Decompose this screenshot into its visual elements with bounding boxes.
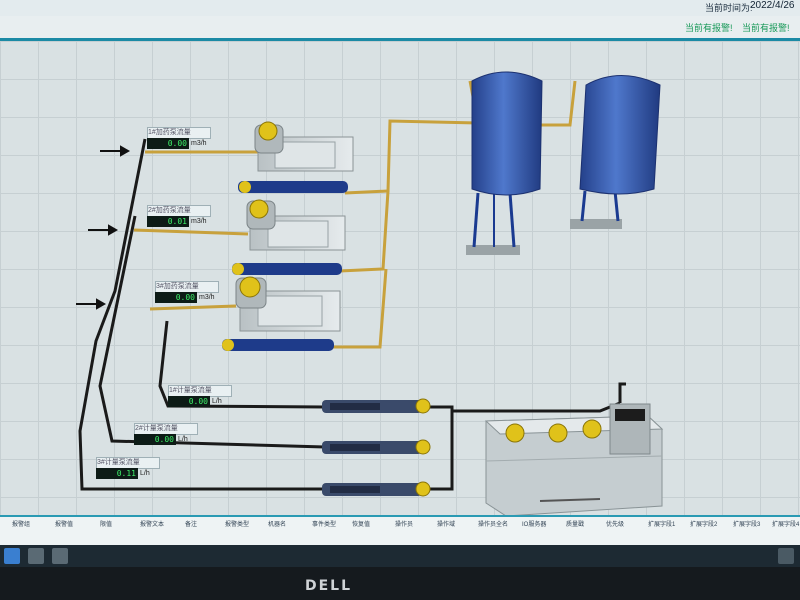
readout-value: 0.11 bbox=[96, 468, 138, 479]
readout-dissolve-pump-1: 1#加药泵流量 0.00 m3/h bbox=[147, 127, 211, 149]
pipe-inlet-3 bbox=[149, 304, 237, 311]
pipe-stack bbox=[618, 382, 626, 403]
column-header[interactable]: 事件类型 bbox=[312, 519, 336, 528]
readout-unit: L/h bbox=[140, 470, 150, 477]
process-diagram: 1#加药泵流量 0.00 m3/h 2#加药泵流量 0.01 m3/h 3#加药… bbox=[0, 41, 800, 515]
mixing-unit-2 bbox=[232, 199, 346, 275]
process-graphics bbox=[76, 71, 664, 515]
tray-icon[interactable] bbox=[778, 548, 794, 564]
readout-dissolve-pump-3: 3#加药泵流量 0.00 m3/h bbox=[155, 281, 219, 303]
column-header[interactable]: 报警文本 bbox=[140, 519, 164, 528]
column-header[interactable]: 报警类型 bbox=[225, 519, 249, 528]
readout-unit: m3/h bbox=[199, 294, 215, 301]
column-header[interactable]: 报警值 bbox=[55, 519, 73, 528]
alarm-message-2[interactable]: 当前有报警! bbox=[742, 21, 790, 34]
pipe-main-riser bbox=[344, 119, 479, 195]
readout-unit: m3/h bbox=[191, 218, 207, 225]
column-header[interactable]: 优先级 bbox=[606, 519, 624, 528]
taskbar bbox=[0, 545, 800, 567]
readout-unit: L/h bbox=[212, 398, 222, 405]
pipe-inlet-2 bbox=[133, 228, 249, 236]
pipe-feed-2 bbox=[339, 190, 390, 273]
dosing-pump-1 bbox=[322, 398, 431, 414]
column-header[interactable]: IO服务器 bbox=[522, 519, 546, 528]
alarm-message-1[interactable]: 当前有报警! bbox=[685, 21, 733, 34]
app-icon[interactable] bbox=[52, 548, 68, 564]
readout-value: 0.00 bbox=[134, 434, 176, 445]
pipe-to-tank-top bbox=[450, 401, 621, 413]
readout-value: 0.00 bbox=[147, 138, 189, 149]
column-header[interactable]: 操作员全名 bbox=[478, 519, 508, 528]
mixing-unit-1 bbox=[238, 121, 354, 193]
column-header[interactable]: 恢复值 bbox=[352, 519, 370, 528]
readout-value: 0.01 bbox=[147, 216, 189, 227]
dosing-tank-unit bbox=[484, 403, 664, 515]
pipe-dosing-manifold bbox=[430, 405, 454, 491]
mixing-unit-3 bbox=[222, 276, 341, 351]
readout-unit: m3/h bbox=[191, 140, 207, 147]
start-icon[interactable] bbox=[4, 548, 20, 564]
column-header[interactable]: 扩展字段2 bbox=[690, 519, 717, 528]
storage-tank-1 bbox=[466, 71, 543, 255]
readout-dissolve-pump-2: 2#加药泵流量 0.01 m3/h bbox=[147, 205, 211, 227]
monitor-bezel: DELL bbox=[0, 567, 800, 600]
dell-logo: DELL bbox=[305, 578, 353, 594]
clock-date: 2022/4/26 bbox=[750, 0, 795, 11]
readout-value: 0.00 bbox=[155, 292, 197, 303]
readout-value: 0.00 bbox=[168, 396, 210, 407]
column-header[interactable]: 质量戳 bbox=[566, 519, 584, 528]
clock-label: 当前时间为: bbox=[705, 3, 753, 13]
dosing-pump-2 bbox=[322, 439, 431, 455]
column-header[interactable]: 操作员 bbox=[395, 519, 413, 528]
readout-dosing-pump-3: 3#计量泵流量 0.11 L/h bbox=[96, 457, 160, 479]
readout-dosing-pump-1: 1#计量泵流量 0.00 L/h bbox=[168, 385, 232, 407]
readout-dosing-pump-2: 2#计量泵流量 0.00 L/h bbox=[134, 423, 198, 445]
screen: 当前时间为: 2022/4/26 当前有报警! 当前有报警! 1#加药泵流量 0… bbox=[0, 0, 800, 600]
readout-unit: L/h bbox=[178, 436, 188, 443]
column-header[interactable]: 机器名 bbox=[268, 519, 286, 528]
column-header[interactable]: 报警组 bbox=[12, 519, 30, 528]
dosing-pump-3 bbox=[322, 481, 431, 497]
alarm-table-header: 报警组 报警值 限值 报警文本 备注 报警类型 机器名 事件类型 恢复值 操作员… bbox=[0, 515, 800, 547]
column-header[interactable]: 限值 bbox=[100, 519, 112, 528]
column-header[interactable]: 操作域 bbox=[437, 519, 455, 528]
alarm-banner: 当前有报警! 当前有报警! bbox=[0, 16, 800, 41]
column-header[interactable]: 扩展字段1 bbox=[648, 519, 675, 528]
app-icon[interactable] bbox=[28, 548, 44, 564]
storage-tank-2 bbox=[570, 75, 661, 229]
column-header[interactable]: 扩展字段4 bbox=[772, 519, 799, 528]
column-header[interactable]: 备注 bbox=[185, 519, 197, 528]
column-header[interactable]: 扩展字段3 bbox=[733, 519, 760, 528]
top-info-bar: 当前时间为: 2022/4/26 bbox=[0, 0, 800, 16]
